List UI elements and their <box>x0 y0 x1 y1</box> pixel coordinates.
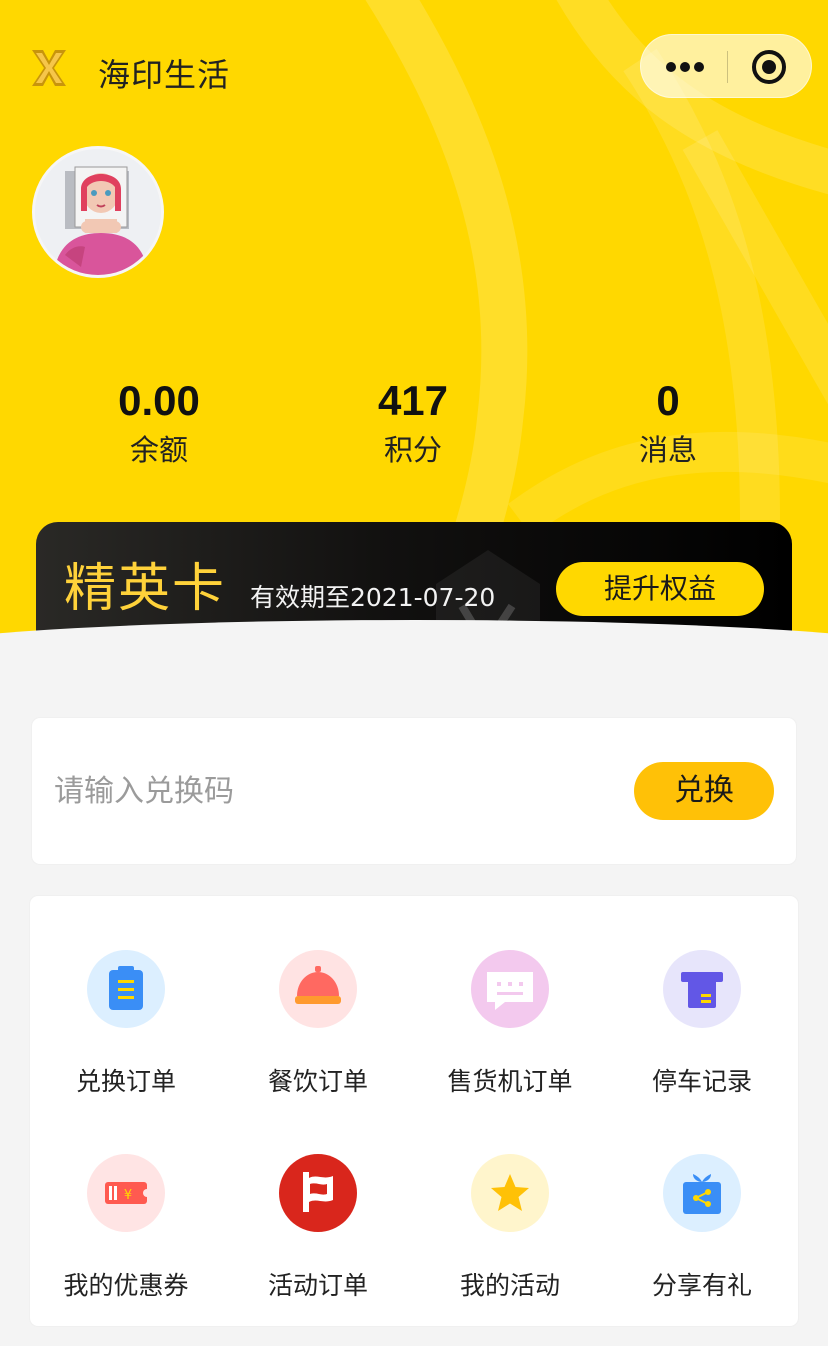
menu-item-dining-orders[interactable]: 餐饮订单 <box>222 950 414 1150</box>
stat-balance[interactable]: 0.00 余额 <box>59 378 259 468</box>
menu-label: 分享有礼 <box>651 1271 752 1300</box>
redeem-panel: 兑换 <box>32 718 796 864</box>
flag-icon <box>279 1154 357 1232</box>
star-icon <box>471 1154 549 1232</box>
upgrade-benefits-button[interactable]: 提升权益 <box>556 562 764 616</box>
messages-label: 消息 <box>638 433 697 467</box>
app-title: 海印生活 <box>98 56 231 94</box>
clipboard-icon <box>87 950 165 1028</box>
menu-label: 活动订单 <box>267 1271 368 1300</box>
target-circle-icon[interactable] <box>728 35 813 99</box>
menu-item-my-activities[interactable]: 我的活动 <box>414 1154 606 1346</box>
coupon-icon: ¥ <box>87 1154 165 1232</box>
menu-item-vending-orders[interactable]: 售货机订单 <box>414 950 606 1150</box>
balance-label: 余额 <box>129 433 188 467</box>
service-bell-icon <box>279 950 357 1028</box>
avatar[interactable] <box>32 146 164 278</box>
menu-item-share-gifts[interactable]: 分享有礼 <box>606 1154 798 1346</box>
points-label: 积分 <box>383 433 442 467</box>
profile-header: 海印生活 0.00 余额 417 积分 0 消息 精英卡 有效期至2021-07… <box>0 0 828 660</box>
menu-item-activity-orders[interactable]: 活动订单 <box>222 1154 414 1346</box>
menu-label: 停车记录 <box>651 1067 752 1096</box>
more-dots-icon[interactable] <box>641 35 727 99</box>
menu-label: 兑换订单 <box>75 1067 176 1096</box>
menu-item-exchange-orders[interactable]: 兑换订单 <box>30 950 222 1150</box>
balance-value: 0.00 <box>118 377 200 424</box>
redeem-code-input[interactable] <box>54 762 614 820</box>
stat-points[interactable]: 417 积分 <box>313 378 513 468</box>
points-value: 417 <box>377 377 449 424</box>
chat-bubble-icon <box>471 950 549 1028</box>
menu-grid: 兑换订单 餐饮订单 售货机订单 停车记录 ¥ 我的优惠券 活动订单 我的活动 分… <box>30 896 798 1326</box>
app-logo-icon <box>32 50 66 86</box>
menu-label: 我的活动 <box>459 1271 560 1300</box>
menu-label: 售货机订单 <box>447 1067 573 1096</box>
header-curve <box>0 620 828 660</box>
parking-ticket-icon <box>663 950 741 1028</box>
gift-share-icon <box>663 1154 741 1232</box>
menu-item-my-coupons[interactable]: ¥ 我的优惠券 <box>30 1154 222 1346</box>
card-validity: 有效期至2021-07-20 <box>250 583 496 612</box>
stat-messages[interactable]: 0 消息 <box>568 378 768 468</box>
mini-program-capsule <box>640 34 812 98</box>
menu-item-parking-records[interactable]: 停车记录 <box>606 950 798 1150</box>
menu-label: 餐饮订单 <box>267 1067 368 1096</box>
avatar-illustration <box>35 149 161 275</box>
redeem-button[interactable]: 兑换 <box>634 762 774 820</box>
profile-page: 海印生活 0.00 余额 417 积分 0 消息 精英卡 有效期至2021-07… <box>0 0 828 1346</box>
svg-text:¥: ¥ <box>124 1188 132 1203</box>
card-name: 精英卡 <box>64 559 227 619</box>
menu-label: 我的优惠券 <box>63 1271 189 1300</box>
messages-value: 0 <box>656 377 680 424</box>
